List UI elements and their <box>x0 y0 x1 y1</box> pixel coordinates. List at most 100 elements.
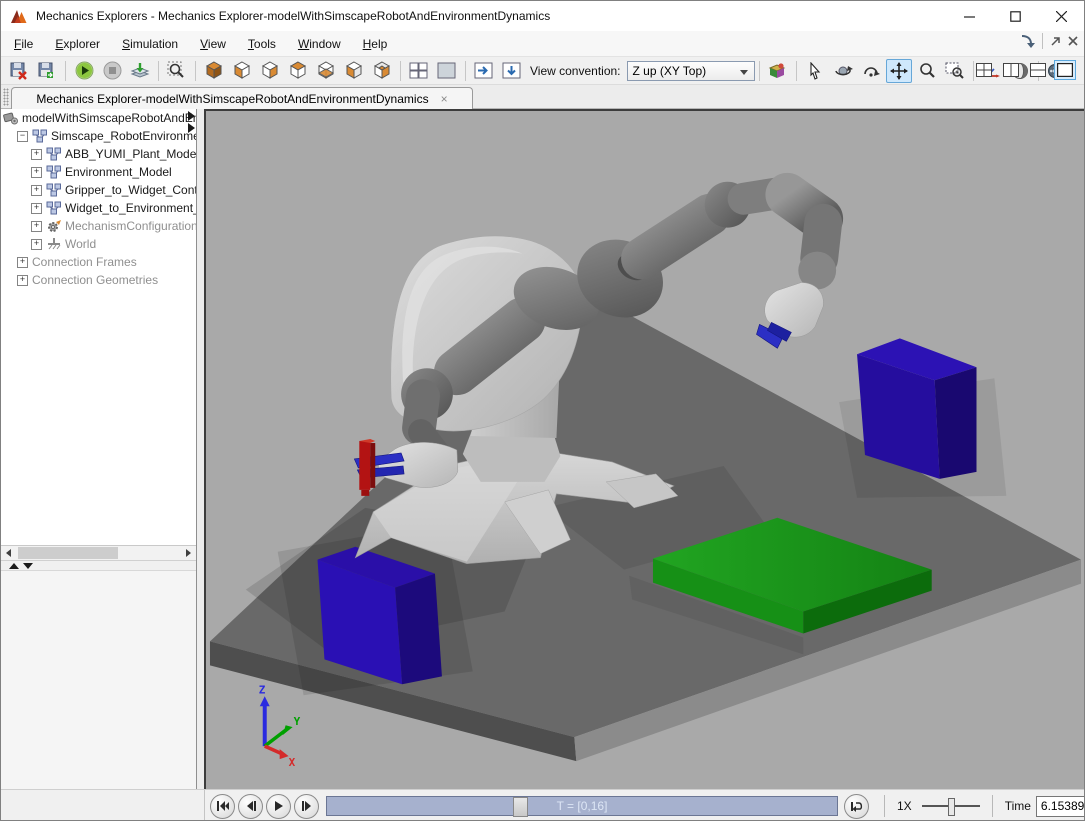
tree-toggle-icon[interactable]: + <box>17 275 28 286</box>
panes-quad-icon[interactable] <box>973 60 995 80</box>
view-back-icon[interactable] <box>257 59 283 83</box>
tree-toggle-icon[interactable]: + <box>31 185 42 196</box>
tab-grip[interactable] <box>3 88 9 106</box>
visual-settings-icon[interactable] <box>765 59 791 83</box>
view-right-icon[interactable] <box>369 59 395 83</box>
undock-arrow-icon[interactable] <box>1050 36 1061 47</box>
splitter-up-icon[interactable] <box>9 563 19 569</box>
panel-divider[interactable] <box>197 109 204 789</box>
toolbar-separator <box>400 61 401 81</box>
play-icon[interactable] <box>71 59 97 83</box>
speed-slider-thumb[interactable] <box>948 798 955 816</box>
play-button[interactable] <box>266 794 291 819</box>
speed-slider[interactable] <box>922 797 980 815</box>
toolbar-separator <box>465 61 466 81</box>
tree-toggle-icon[interactable]: − <box>17 131 28 142</box>
scroll-right-icon[interactable] <box>181 546 196 560</box>
collapse-right-icon[interactable] <box>188 111 195 121</box>
tab-mechanics-explorer[interactable]: Mechanics Explorer-modelWithSimscapeRobo… <box>11 87 473 110</box>
view-left-icon[interactable] <box>341 59 367 83</box>
zoom-icon[interactable] <box>914 59 940 83</box>
rewind-button[interactable] <box>210 794 235 819</box>
panel-splitter[interactable] <box>1 561 196 571</box>
view-front-icon[interactable] <box>229 59 255 83</box>
speed-label: 1X <box>897 799 912 813</box>
close-panel-icon[interactable] <box>1068 36 1078 46</box>
tree-item-widget-to-environment-contact[interactable]: + Widget_to_Environment_Contact <box>1 199 196 217</box>
panel-collapse-arrows[interactable] <box>188 111 195 135</box>
roll-icon[interactable] <box>858 59 884 83</box>
viewport-3d[interactable]: Z Y X <box>204 109 1084 789</box>
save-model-icon[interactable] <box>34 59 60 83</box>
red-widget <box>359 439 375 496</box>
tab-close-icon[interactable]: × <box>441 92 448 106</box>
tree-item-environment-model[interactable]: +Environment_Model <box>1 163 196 181</box>
view-iso-icon[interactable] <box>201 59 227 83</box>
toolbar-separator <box>158 61 159 81</box>
view-top-icon[interactable] <box>285 59 311 83</box>
pan-icon[interactable] <box>886 59 912 83</box>
tree-horizontal-scrollbar[interactable] <box>1 546 196 561</box>
tree-toggle-icon[interactable]: + <box>31 239 42 250</box>
dock-bottom-icon[interactable] <box>499 59 525 83</box>
title-bar: Mechanics Explorers - Mechanics Explorer… <box>1 1 1084 31</box>
tree-toggle-icon[interactable]: + <box>31 149 42 160</box>
loop-button[interactable] <box>844 794 869 819</box>
menu-explorer[interactable]: Explorer <box>44 33 111 55</box>
menu-file[interactable]: File <box>3 33 44 55</box>
tree-toggle-icon[interactable]: + <box>31 203 42 214</box>
panes-vsplit-icon[interactable] <box>1000 60 1022 80</box>
tree-item-abb-yumi-plant-model[interactable]: + ABB_YUMI_Plant_Model <box>1 145 196 163</box>
close-button[interactable] <box>1038 1 1084 31</box>
tree-toggle-icon[interactable]: + <box>17 257 28 268</box>
time-slider-thumb[interactable] <box>513 797 528 817</box>
scrollbar-thumb[interactable] <box>18 547 118 559</box>
window-title: Mechanics Explorers - Mechanics Explorer… <box>36 9 550 23</box>
time-slider[interactable]: T = [0,16] <box>326 796 838 816</box>
triad-x-label: X <box>289 756 296 769</box>
time-input[interactable] <box>1036 796 1085 817</box>
scroll-left-icon[interactable] <box>1 546 16 560</box>
view-bottom-icon[interactable] <box>313 59 339 83</box>
tree-item-mechanismconfiguration[interactable]: +MechanismConfiguration <box>1 217 196 235</box>
export-frames-icon[interactable] <box>127 59 153 83</box>
tree-item-connection-frames[interactable]: +Connection Frames <box>1 253 196 271</box>
splitter-down-icon[interactable] <box>23 563 33 569</box>
dock-arrow-icon[interactable] <box>1019 34 1035 48</box>
tree-item-modelwithsimscaperobotandenvironmentdynamics[interactable]: modelWithSimscapeRobotAndEnvironmentDyna… <box>1 109 196 127</box>
orbit-icon[interactable] <box>830 59 856 83</box>
tree-item-simscape-robotenvironment[interactable]: −Simscape_RobotEnvironment <box>1 127 196 145</box>
stop-icon[interactable] <box>99 59 125 83</box>
tree-item-gripper-to-widget-contact[interactable]: +Gripper_to_Widget_Contact <box>1 181 196 199</box>
zoom-fit-icon[interactable] <box>164 59 190 83</box>
menu-tools[interactable]: Tools <box>237 33 287 55</box>
save-explorer-icon[interactable] <box>6 59 32 83</box>
menu-simulation[interactable]: Simulation <box>111 33 189 55</box>
zoom-region-icon[interactable] <box>942 59 968 83</box>
tree-item-label: Widget_to_Environment_Contact <box>65 201 196 215</box>
tree-item-connection-geometries[interactable]: +Connection Geometries <box>1 271 196 289</box>
menu-help[interactable]: Help <box>352 33 399 55</box>
tree-item-label: ABB_YUMI_Plant_Model <box>65 147 196 161</box>
menu-view[interactable]: View <box>189 33 237 55</box>
tree-item-world[interactable]: +World <box>1 235 196 253</box>
step-back-button[interactable] <box>238 794 263 819</box>
tab-label: Mechanics Explorer-modelWithSimscapeRobo… <box>36 92 428 106</box>
step-forward-button[interactable] <box>294 794 319 819</box>
select-icon[interactable] <box>802 59 828 83</box>
scene-3d[interactable]: Z Y X <box>206 111 1084 789</box>
panes-hsplit-icon[interactable] <box>1027 60 1049 80</box>
subsystem-icon <box>46 201 62 215</box>
layout-quad-icon[interactable] <box>406 59 432 83</box>
panes-single-icon[interactable] <box>1054 60 1076 80</box>
tree-toggle-icon[interactable]: + <box>31 221 42 232</box>
maximize-button[interactable] <box>992 1 1038 31</box>
subsystem-icon <box>32 129 48 143</box>
menu-window[interactable]: Window <box>287 33 352 55</box>
tree-toggle-icon[interactable]: + <box>31 167 42 178</box>
dock-right-icon[interactable] <box>471 59 497 83</box>
collapse-right-icon[interactable] <box>188 123 195 133</box>
layout-single-icon[interactable] <box>434 59 460 83</box>
minimize-button[interactable] <box>946 1 992 31</box>
view-convention-dropdown[interactable]: Z up (XY Top) <box>627 61 755 81</box>
